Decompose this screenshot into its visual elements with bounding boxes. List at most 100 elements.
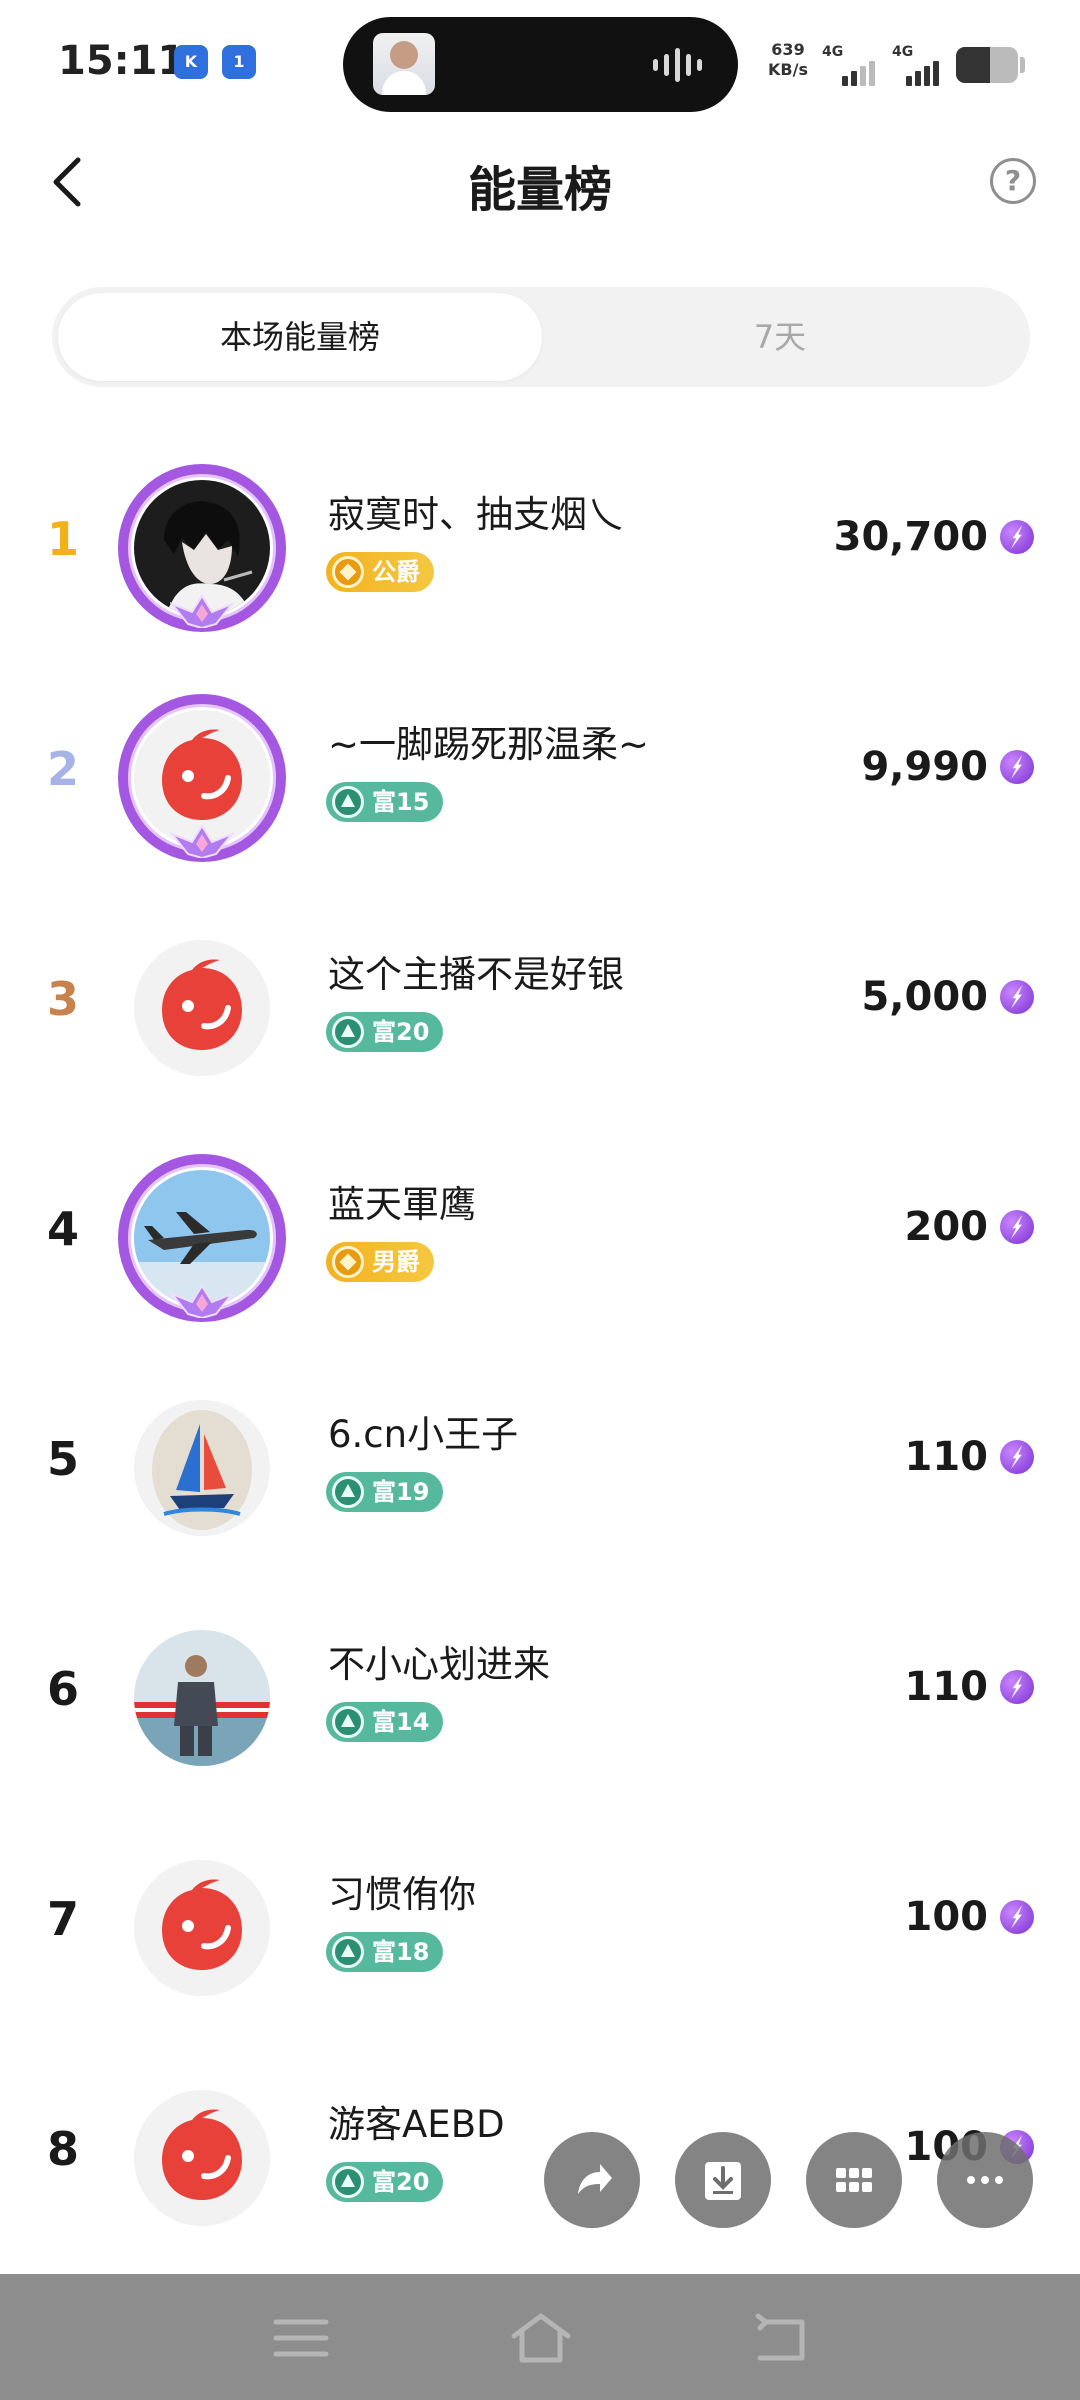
avatar[interactable] [118, 1614, 286, 1782]
user-name[interactable]: 不小心划进来 [328, 1634, 550, 1688]
user-name[interactable]: ~一脚踢死那温柔~ [328, 714, 649, 768]
ranking-row[interactable]: 8 游客AEBD 富20 100 [0, 2042, 1080, 2272]
status-bar: 15:11 K 1 639 KB/s 4G 4G [0, 0, 1080, 120]
noble-rank-badge: 公爵 [326, 552, 434, 592]
rank-number: 8 [46, 2122, 79, 2176]
energy-score: 30,700 [833, 514, 988, 560]
home-icon[interactable] [506, 2310, 576, 2366]
energy-score: 110 [904, 1664, 989, 1710]
badge-label: 富14 [372, 1708, 430, 1736]
energy-bolt-icon [1000, 1440, 1034, 1474]
user-name[interactable]: 蓝天軍鹰 [328, 1174, 476, 1228]
battery-icon [956, 47, 1018, 83]
menu-icon[interactable] [266, 2310, 336, 2366]
frame-gem-icon [168, 824, 236, 860]
avatar-image [134, 1630, 270, 1766]
wealth-level-icon [332, 1936, 364, 1968]
badge-label: 富19 [372, 1478, 430, 1506]
avatar-image [134, 1400, 270, 1536]
battery-cap [1020, 57, 1025, 73]
dynamic-island[interactable] [343, 17, 738, 112]
download-icon[interactable] [675, 2132, 771, 2228]
rank-number: 2 [46, 742, 79, 796]
energy-bolt-icon [1000, 520, 1034, 554]
network-speed-unit: KB/s [768, 60, 808, 79]
energy-score: 9,990 [861, 744, 988, 790]
user-name[interactable]: 习惯侑你 [328, 1864, 476, 1918]
avatar[interactable] [118, 2074, 286, 2242]
energy-bolt-icon [1000, 1900, 1034, 1934]
avatar-image [134, 2090, 270, 2226]
ranking-row[interactable]: 7 习惯侑你富18 100 [0, 1812, 1080, 2042]
energy-score: 100 [904, 1894, 989, 1940]
avatar[interactable] [118, 464, 286, 632]
avatar-image [134, 1860, 270, 1996]
status-time: 15:11 [58, 38, 186, 84]
avatar[interactable] [118, 694, 286, 862]
ranking-row[interactable]: 6 不小心划进来富14 110 [0, 1582, 1080, 1812]
energy-bolt-icon [1000, 1210, 1034, 1244]
hotspot-icon: 1 [222, 45, 256, 79]
page-title: 能量榜 [467, 162, 612, 218]
wealth-level-badge: 富14 [326, 1702, 444, 1742]
ranking-row[interactable]: 4 蓝天軍鹰 男爵 200 [0, 1122, 1080, 1352]
more-icon[interactable] [937, 2132, 1033, 2228]
noble-crown-icon [332, 1246, 364, 1278]
badge-label: 富20 [372, 1018, 430, 1046]
badge-label: 男爵 [372, 1248, 420, 1276]
rank-number: 1 [46, 512, 79, 566]
rank-number: 5 [46, 1432, 79, 1486]
ranking-row[interactable]: 5 6.cn小王子富19 110 [0, 1352, 1080, 1582]
rank-number: 7 [46, 1892, 79, 1946]
grid-icon[interactable] [806, 2132, 902, 2228]
rank-number: 3 [46, 972, 79, 1026]
energy-bolt-icon [1000, 750, 1034, 784]
rank-number: 6 [46, 1662, 79, 1716]
network-speed: 639 KB/s [762, 40, 814, 80]
frame-gem-icon [168, 1284, 236, 1320]
wealth-level-icon [332, 1016, 364, 1048]
badge-label: 富15 [372, 788, 430, 816]
back-icon[interactable] [746, 2310, 816, 2366]
energy-score: 200 [904, 1204, 989, 1250]
energy-bolt-icon [1000, 980, 1034, 1014]
user-name[interactable]: 游客AEBD [328, 2094, 505, 2148]
tab-bar: 本场能量榜 7天 [52, 287, 1030, 387]
user-name[interactable]: 6.cn小王子 [328, 1404, 518, 1458]
wealth-level-icon [332, 1476, 364, 1508]
ranking-row[interactable]: 3 这个主播不是好银 富20 5,000 [0, 892, 1080, 1122]
badge-label: 公爵 [372, 558, 420, 586]
kuaishou-app-icon: K [174, 45, 208, 79]
energy-bolt-icon [1000, 1670, 1034, 1704]
frame-gem-icon [168, 594, 236, 630]
noble-crown-icon [332, 556, 364, 588]
wealth-level-badge: 富19 [326, 1472, 444, 1512]
energy-score: 110 [904, 1434, 989, 1480]
wealth-level-icon [332, 2166, 364, 2198]
voice-wave-icon [653, 47, 713, 83]
ranking-row[interactable]: 1 寂寞时、抽支烟乀公爵 30,700 [0, 432, 1080, 662]
wealth-level-badge: 富18 [326, 1932, 444, 1972]
avatar[interactable] [118, 1154, 286, 1322]
share-icon[interactable] [544, 2132, 640, 2228]
signal-icon: 4G [822, 44, 882, 86]
tab-7-days[interactable]: 7天 [538, 293, 1022, 381]
ranking-row[interactable]: 2 ~一脚踢死那温柔~ 富15 9,990 [0, 662, 1080, 892]
noble-rank-badge: 男爵 [326, 1242, 434, 1282]
wealth-level-badge: 富20 [326, 2162, 444, 2202]
network-speed-value: 639 [771, 40, 805, 59]
help-icon[interactable]: ? [990, 158, 1036, 204]
avatar[interactable] [118, 924, 286, 1092]
badge-label: 富20 [372, 2168, 430, 2196]
user-name[interactable]: 寂寞时、抽支烟乀 [328, 484, 624, 538]
wealth-level-badge: 富20 [326, 1012, 444, 1052]
signal-icon: 4G [892, 44, 952, 86]
avatar[interactable] [118, 1384, 286, 1552]
avatar[interactable] [118, 1844, 286, 2012]
system-nav-bar [0, 2274, 1080, 2400]
island-avatar [373, 33, 435, 95]
wealth-level-icon [332, 786, 364, 818]
user-name[interactable]: 这个主播不是好银 [328, 944, 624, 998]
tab-current-session[interactable]: 本场能量榜 [58, 293, 542, 381]
avatar-image [134, 940, 270, 1076]
